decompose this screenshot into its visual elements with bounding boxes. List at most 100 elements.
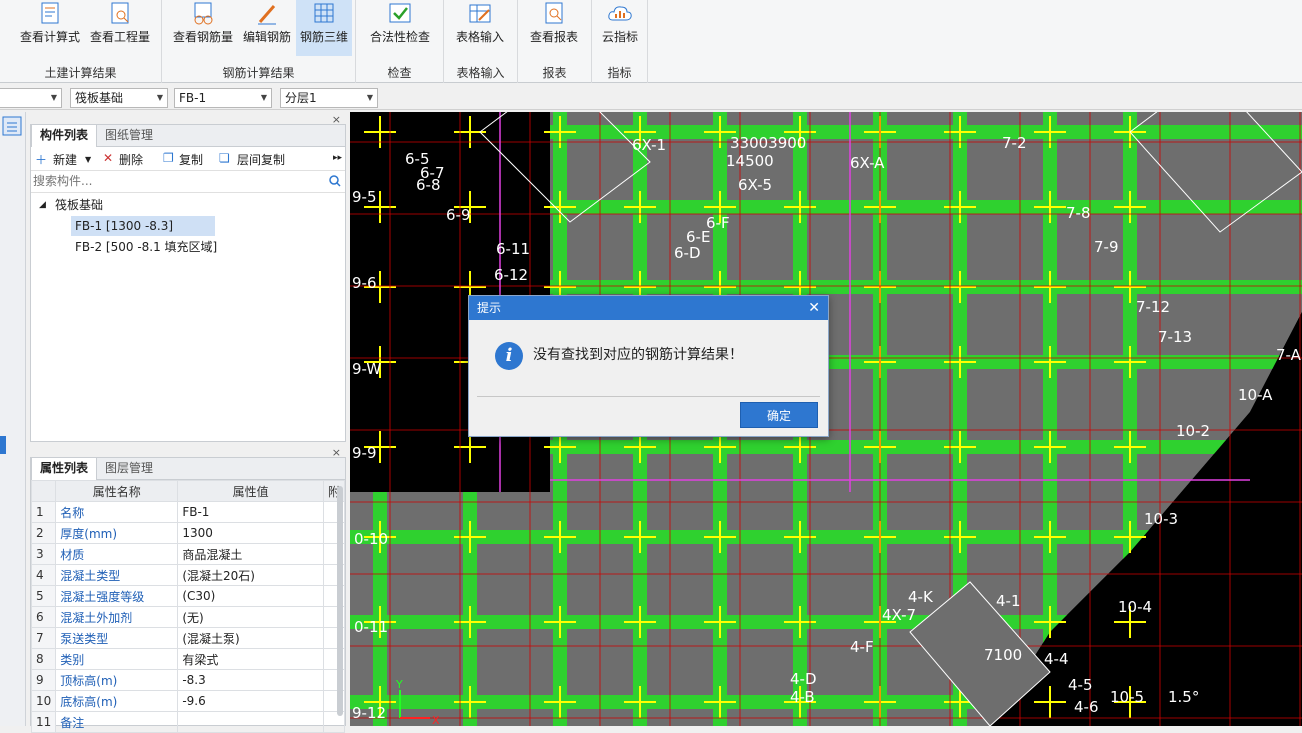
property-value[interactable]	[177, 711, 324, 733]
tab-property-list[interactable]: 属性列表	[31, 458, 98, 480]
search-icon[interactable]	[329, 175, 341, 187]
cad-label: 9-W	[352, 360, 381, 378]
property-value[interactable]: -9.6	[177, 690, 324, 712]
close-icon[interactable]: ✕	[808, 296, 820, 320]
property-row[interactable]: 11 备注	[30, 711, 346, 733]
search-box[interactable]	[31, 171, 345, 193]
tree-item-fb1[interactable]: FB-1 [1300 -8.3]	[71, 216, 215, 236]
cad-label: 10-A	[1238, 386, 1273, 404]
cad-label: 4-4	[1044, 650, 1069, 668]
chevron-down-icon: ▼	[156, 93, 163, 102]
property-index: 5	[30, 585, 57, 607]
property-scrollbar[interactable]	[337, 486, 343, 716]
component-type-value: 筏板基础	[75, 91, 124, 105]
cad-label: 9-9	[352, 444, 377, 462]
property-value[interactable]: (C30)	[177, 585, 324, 607]
property-row[interactable]: 3 材质 商品混凝土	[30, 543, 346, 565]
copy-icon: ❐	[163, 151, 174, 165]
property-value[interactable]: 有梁式	[177, 648, 324, 670]
ribbon-group-civil: 查看计算式 查看工程量 土建计算结果	[0, 0, 162, 83]
cloud-index-label: 云指标	[601, 30, 638, 44]
floor-select[interactable]: ▼	[0, 88, 62, 108]
tab-component-list[interactable]: 构件列表	[31, 125, 98, 147]
property-name: 厚度(mm)	[55, 522, 179, 544]
layer-value: 分层1	[285, 91, 317, 105]
chevron-down-icon: ▼	[260, 93, 267, 102]
view-rebar-button[interactable]: 查看钢筋量	[168, 0, 238, 56]
legality-check-button[interactable]: 合法性检查	[366, 0, 434, 56]
property-row[interactable]: 6 混凝土外加剂 (无)	[30, 606, 346, 628]
cad-label: 7-9	[1094, 238, 1119, 256]
edit-rebar-button[interactable]: 编辑钢筋	[238, 0, 296, 56]
edit-rebar-label: 编辑钢筋	[242, 30, 291, 44]
property-name: 混凝土类型	[55, 564, 179, 586]
property-row[interactable]: 7 泵送类型 (混凝土泵)	[30, 627, 346, 649]
formula-icon	[41, 2, 59, 24]
chevron-down-icon[interactable]: ▼	[85, 155, 91, 164]
cad-label: 4-F	[850, 638, 874, 656]
property-index: 2	[30, 522, 57, 544]
chevron-down-icon: ▼	[366, 93, 373, 102]
property-value[interactable]: 1300	[177, 522, 324, 544]
property-name: 混凝土强度等级	[55, 585, 179, 607]
active-indicator	[0, 436, 6, 454]
search-input[interactable]	[31, 171, 321, 191]
property-row[interactable]: 4 混凝土类型 (混凝土20石)	[30, 564, 346, 586]
cloud-icon	[608, 6, 632, 21]
property-value[interactable]: -8.3	[177, 669, 324, 691]
grid-3d-icon	[314, 3, 334, 23]
property-row[interactable]: 9 顶标高(m) -8.3	[30, 669, 346, 691]
cad-label: 6X-5	[738, 176, 772, 194]
ribbon-toolbar: 查看计算式 查看工程量 土建计算结果 查看钢筋量 编辑钢筋 钢筋三维 钢筋计算结…	[0, 0, 1302, 83]
cad-label: 33003900	[730, 134, 806, 152]
cad-label: 4-D	[790, 670, 817, 688]
view-report-button[interactable]: 查看报表	[522, 0, 586, 56]
tree-item-fb2[interactable]: FB-2 [500 -8.1 填充区域]	[75, 237, 217, 257]
table-icon	[469, 4, 491, 23]
table-input-button[interactable]: 表格输入	[448, 0, 512, 56]
cad-label: 10-5	[1110, 688, 1144, 706]
selector-bar: ▼ 筏板基础 ▼ FB-1 ▼ 分层1 ▼	[0, 86, 1302, 110]
property-value[interactable]: FB-1	[177, 501, 324, 523]
quantity-icon	[111, 2, 129, 24]
group-name-index: 指标	[607, 66, 632, 80]
ribbon-group-report: 查看报表 报表	[518, 0, 592, 83]
collapse-icon[interactable]: ◢	[39, 195, 46, 215]
cloud-index-button[interactable]: 云指标	[594, 0, 646, 56]
copy-button[interactable]: 复制	[179, 151, 203, 168]
rebar-3d-button[interactable]: 钢筋三维	[296, 0, 352, 56]
tab-drawing-manage[interactable]: 图纸管理	[97, 125, 161, 147]
ok-button[interactable]: 确定	[740, 402, 818, 428]
x-axis-label: X	[432, 714, 440, 726]
component-select[interactable]: FB-1 ▼	[174, 88, 272, 108]
delete-icon: ✕	[103, 151, 114, 165]
close-icon[interactable]: ×	[332, 113, 341, 126]
cad-label: 6-11	[496, 240, 530, 258]
property-value[interactable]: (无)	[177, 606, 324, 628]
property-value[interactable]: (混凝土泵)	[177, 627, 324, 649]
component-type-select[interactable]: 筏板基础 ▼	[70, 88, 168, 108]
layer-select[interactable]: 分层1 ▼	[280, 88, 378, 108]
cad-label: 4-B	[790, 688, 815, 706]
floor-copy-button[interactable]: 层间复制	[237, 151, 285, 168]
property-value[interactable]: (混凝土20石)	[177, 564, 324, 586]
new-button[interactable]: 新建	[53, 151, 77, 168]
component-list-panel: 构件列表 图纸管理 ＋ 新建 ▼ ✕ 删除 ❐ 复制 ❏ 层间复制 ▸▸ ◢ 筏…	[30, 113, 346, 442]
navigator-icon[interactable]	[2, 116, 22, 136]
view-formula-button[interactable]: 查看计算式	[16, 0, 84, 56]
property-row[interactable]: 2 厚度(mm) 1300	[30, 522, 346, 544]
view-quantity-button[interactable]: 查看工程量	[86, 0, 154, 56]
property-index: 4	[30, 564, 57, 586]
more-icon[interactable]: ▸▸	[333, 153, 342, 163]
property-table: 属性名称 属性值 附 1 名称 FB-1 2 厚度(mm) 1300 3 材质 商品混凝土 4 混凝…	[30, 480, 346, 733]
close-icon[interactable]: ×	[332, 446, 341, 459]
cad-label: 7-2	[1002, 134, 1027, 152]
tree-root[interactable]: 筏板基础	[55, 195, 103, 215]
property-row[interactable]: 8 类别 有梁式	[30, 648, 346, 670]
property-row[interactable]: 5 混凝土强度等级 (C30)	[30, 585, 346, 607]
property-row[interactable]: 1 名称 FB-1	[30, 501, 346, 523]
tab-layer-manage[interactable]: 图层管理	[97, 458, 161, 480]
delete-button[interactable]: 删除	[119, 151, 143, 168]
property-value[interactable]: 商品混凝土	[177, 543, 324, 565]
property-row[interactable]: 10 底标高(m) -9.6	[30, 690, 346, 712]
